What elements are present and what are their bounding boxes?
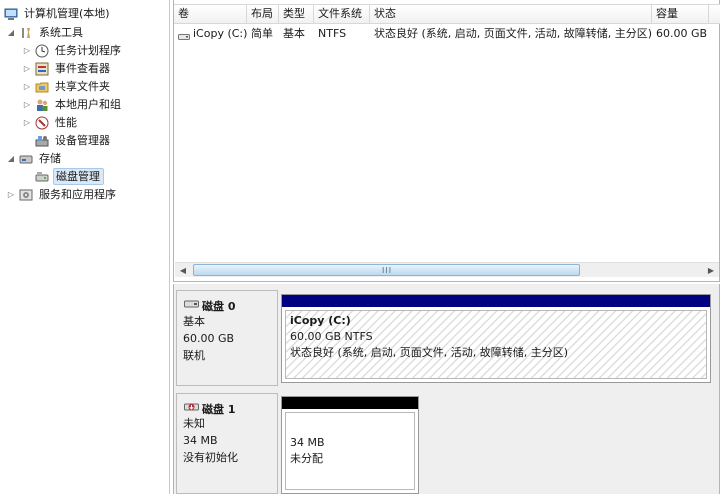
column-header-filesystem[interactable]: 文件系统 <box>314 5 370 23</box>
disk-uninitialized-icon <box>184 402 199 412</box>
storage-icon <box>19 152 33 166</box>
expand-arrow-icon[interactable]: ▷ <box>22 46 32 56</box>
disk-0-kind: 基本 <box>183 315 205 328</box>
scrollbar-thumb[interactable]: III <box>193 264 580 276</box>
column-header-capacity[interactable]: 容量 <box>652 5 709 23</box>
unallocated-bar <box>282 397 418 409</box>
volume-name: iCopy (C:) <box>193 27 248 40</box>
tree-item-device-manager[interactable]: 设备管理器 <box>35 132 112 149</box>
volume-list-view: 卷 布局 类型 文件系统 状态 容量 iCopy (C:) 简单 基本 NTFS… <box>173 0 720 282</box>
disk-0-size: 60.00 GB <box>183 332 235 345</box>
disk-1-label[interactable]: 磁盘 1 未知 34 MB 没有初始化 <box>176 393 278 494</box>
expand-arrow-icon[interactable]: ▷ <box>22 64 32 74</box>
disk-1-title: 磁盘 1 <box>202 403 236 416</box>
disk-management-icon <box>35 170 49 184</box>
collapse-arrow-icon[interactable]: ◢ <box>6 154 16 164</box>
partition-c-status: 状态良好 (系统, 启动, 页面文件, 活动, 故障转储, 主分区) <box>290 346 569 359</box>
tree-item-services-apps[interactable]: ▷ 服务和应用程序 <box>6 186 118 203</box>
disk-graphical-view: 磁盘 0 基本 60.00 GB 联机 iCopy (C:) 60.00 GB … <box>173 284 720 494</box>
column-header-status[interactable]: 状态 <box>370 5 652 23</box>
unallocated-size: 34 MB <box>290 436 325 449</box>
tree-item-disk-management[interactable]: 磁盘管理 <box>35 168 104 185</box>
column-header-type[interactable]: 类型 <box>279 5 314 23</box>
scrollbar-grip: III <box>382 266 393 275</box>
tree-root[interactable]: 计算机管理(本地) <box>4 5 112 22</box>
tree-item-storage[interactable]: ◢ 存储 <box>6 150 63 167</box>
partition-c[interactable]: iCopy (C:) 60.00 GB NTFS 状态良好 (系统, 启动, 页… <box>281 294 711 383</box>
tree-item-system-tools[interactable]: ◢ 系统工具 <box>6 24 85 41</box>
horizontal-scrollbar[interactable]: ◀ III ▶ <box>175 262 719 277</box>
partition-c-bar <box>282 295 710 307</box>
tree-item-local-users[interactable]: ▷ 本地用户和组 <box>22 96 123 113</box>
column-header-volume[interactable]: 卷 <box>174 5 247 23</box>
volume-filesystem: NTFS <box>318 27 347 40</box>
partition-c-name: iCopy (C:) <box>290 314 351 327</box>
unallocated-state: 未分配 <box>290 452 323 465</box>
volume-type: 基本 <box>283 27 305 40</box>
disk-1-size: 34 MB <box>183 434 218 447</box>
expand-arrow-icon[interactable]: ▷ <box>22 82 32 92</box>
event-viewer-icon <box>35 62 49 76</box>
clock-icon <box>35 44 49 58</box>
tree-item-performance[interactable]: ▷ 性能 <box>22 114 79 131</box>
performance-icon <box>35 116 49 130</box>
tree-item-event-viewer[interactable]: ▷ 事件查看器 <box>22 60 112 77</box>
column-header-layout[interactable]: 布局 <box>247 5 279 23</box>
volume-capacity: 60.00 GB <box>656 27 708 40</box>
tree-item-task-scheduler[interactable]: ▷ 任务计划程序 <box>22 42 123 59</box>
disk-0-status: 联机 <box>183 349 205 362</box>
disk-drive-icon <box>184 299 199 309</box>
tree-item-shared-folders[interactable]: ▷ 共享文件夹 <box>22 78 112 95</box>
disk-0-title: 磁盘 0 <box>202 300 236 313</box>
unallocated-space[interactable]: 34 MB 未分配 <box>281 396 419 494</box>
expand-arrow-icon[interactable]: ▷ <box>22 118 32 128</box>
computer-management-icon <box>4 7 18 21</box>
scroll-left-icon[interactable]: ◀ <box>176 264 190 277</box>
partition-c-body: iCopy (C:) 60.00 GB NTFS 状态良好 (系统, 启动, 页… <box>285 310 707 379</box>
collapse-arrow-icon[interactable]: ◢ <box>6 28 16 38</box>
volume-layout: 简单 <box>251 27 273 40</box>
disk-1-status: 没有初始化 <box>183 451 238 464</box>
expand-arrow-icon[interactable]: ▷ <box>6 190 16 200</box>
tools-icon <box>19 26 33 40</box>
console-tree: 计算机管理(本地) ◢ 系统工具 ▷ 任务计划程序 ▷ 事件查看器 ▷ 共享文件… <box>0 0 170 494</box>
device-manager-icon <box>35 134 49 148</box>
partition-c-detail: 60.00 GB NTFS <box>290 330 373 343</box>
services-icon <box>19 188 33 202</box>
unallocated-body: 34 MB 未分配 <box>285 412 415 490</box>
disk-1-kind: 未知 <box>183 417 205 430</box>
users-icon <box>35 98 49 112</box>
scroll-right-icon[interactable]: ▶ <box>704 264 718 277</box>
expand-arrow-icon[interactable]: ▷ <box>22 100 32 110</box>
volume-drive-icon <box>178 30 190 40</box>
disk-0-label[interactable]: 磁盘 0 基本 60.00 GB 联机 <box>176 290 278 386</box>
shared-folder-icon <box>35 80 49 94</box>
volume-status: 状态良好 (系统, 启动, 页面文件, 活动, 故障转储, 主分区) <box>374 27 653 40</box>
column-header-row: 卷 布局 类型 文件系统 状态 容量 <box>174 4 720 24</box>
